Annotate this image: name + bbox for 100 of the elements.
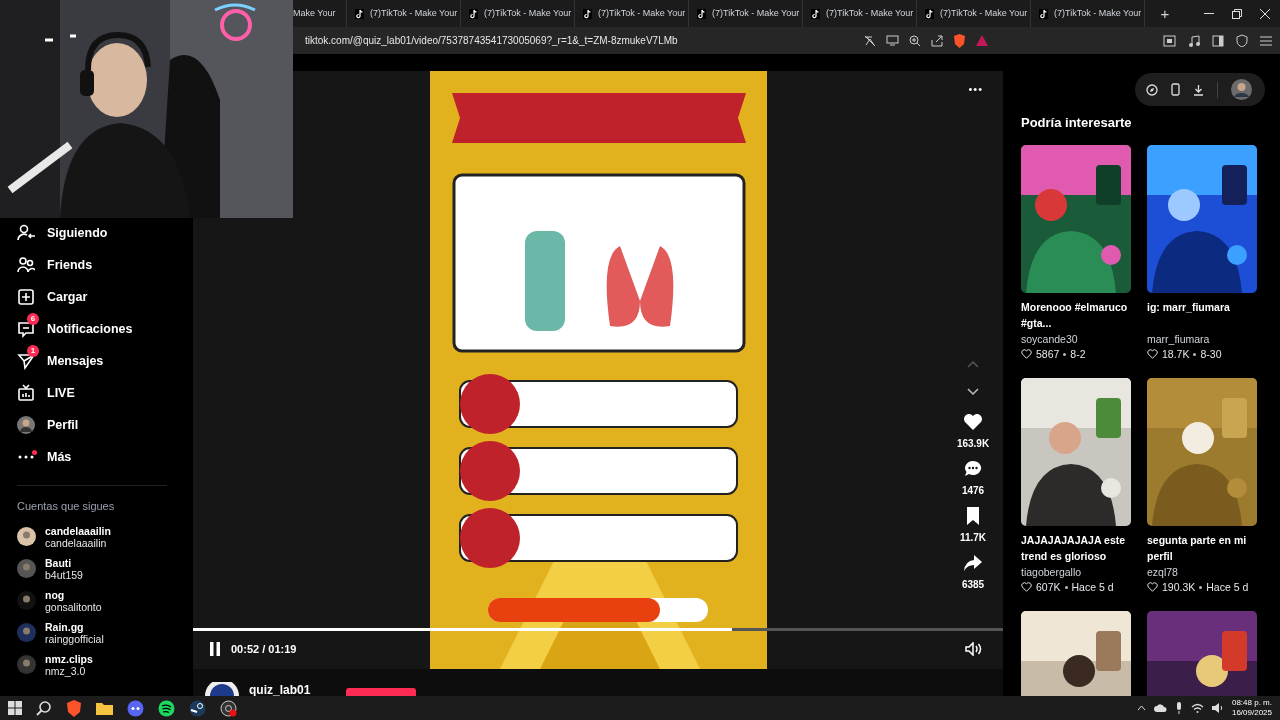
minimize-icon[interactable] [1204, 12, 1214, 15]
account-item[interactable]: Bauti b4ut159 [17, 556, 193, 581]
avatar-icon[interactable] [205, 682, 239, 696]
video-card[interactable]: segunta parte en mi perfil ezql78 190.3K Hace 5 d [1147, 377, 1257, 595]
windows-start-icon[interactable] [8, 701, 22, 715]
menu-icon[interactable] [1260, 35, 1272, 46]
share-arrow-icon[interactable] [963, 553, 983, 573]
pause-icon[interactable] [209, 641, 221, 656]
avatar-icon [17, 416, 35, 434]
video-card[interactable]: ig: marr_fiumara marr_fiumara 18.7K 8-30 [1147, 144, 1257, 362]
music-app-icon[interactable] [158, 699, 175, 717]
post-date: 8-2 [1070, 346, 1086, 362]
clock-date: 16/09/2025 [1231, 708, 1272, 718]
avatar-icon [17, 591, 36, 610]
count-label: 163.9K [956, 437, 990, 451]
phone-icon[interactable] [1171, 83, 1180, 96]
nav-item[interactable]: Más [17, 441, 193, 473]
author-name: marr_fiumara [1147, 331, 1211, 347]
clock-time: 08:48 p. m. [1231, 698, 1272, 708]
search-icon[interactable] [36, 700, 52, 716]
author-name: soycande30 [1021, 331, 1079, 347]
music-note-icon [925, 8, 934, 19]
comment-icon[interactable] [963, 459, 983, 479]
heart-icon [1147, 349, 1158, 359]
avatar-icon [17, 655, 36, 674]
chevron-down-icon[interactable] [967, 388, 979, 395]
count-label: 11.7K [959, 531, 987, 545]
zoom-icon[interactable] [909, 34, 921, 47]
author-name: ezql78 [1147, 564, 1179, 580]
recorder-icon[interactable] [220, 699, 237, 717]
microphone-icon[interactable] [1174, 702, 1183, 714]
more-icon [17, 455, 35, 459]
video-card[interactable]: Morenooo #elmaruco #gta... soycande30 5867 8-2 [1021, 144, 1131, 362]
music-note-icon [697, 8, 706, 19]
account-item[interactable]: nog gonsalitonto [17, 588, 193, 613]
account-item[interactable]: Rain.gg rainggofficial [17, 620, 193, 645]
nav-item[interactable]: 1 Mensajes [17, 345, 193, 377]
wifi-icon[interactable] [1190, 703, 1204, 713]
music-note-icon [1039, 8, 1048, 19]
nav-item[interactable]: Cargar [17, 281, 193, 313]
more-button[interactable]: ••• [968, 81, 983, 98]
shield-icon[interactable] [1236, 34, 1248, 47]
panel-icon[interactable] [1212, 34, 1224, 47]
heart-icon[interactable] [963, 412, 983, 432]
nav-item[interactable]: Siguiendo [17, 217, 193, 249]
video-title: JAJAJAJAJAJA este trend es glorioso [1021, 532, 1127, 564]
heart-icon [1147, 582, 1158, 592]
progress-track[interactable] [193, 628, 1003, 631]
author-name: tiagobergallo [1021, 564, 1083, 580]
speaker-icon[interactable] [1211, 703, 1224, 713]
separator-dot-icon [1063, 352, 1067, 356]
restore-icon[interactable] [1232, 8, 1242, 19]
translate-off-icon[interactable] [864, 34, 876, 47]
section-heading: Cuentas que sigues [17, 499, 116, 514]
cloud-icon[interactable] [1153, 703, 1167, 713]
triangle-icon[interactable] [976, 35, 988, 46]
nav-item[interactable]: Friends [17, 249, 193, 281]
avatar-icon [17, 559, 36, 578]
count-label: 6385 [961, 578, 985, 592]
music-note-icon [811, 8, 820, 19]
like-count: 5867 [1036, 346, 1060, 362]
paper-plane-icon [17, 352, 35, 370]
account-item[interactable]: nmz.clips nmz_3.0 [17, 652, 193, 677]
avatar-icon[interactable] [1231, 79, 1252, 100]
tv-icon [17, 384, 35, 402]
nav-item[interactable]: Perfil [17, 409, 193, 441]
volume-icon[interactable] [965, 642, 982, 656]
video-card[interactable]: JAJAJAJAJAJA este trend es glorioso tiagobergallo 607K Hace 5 d [1021, 377, 1131, 595]
video-title: ig: marr_fiumara [1147, 299, 1231, 315]
sidebar-toggle-icon[interactable] [1163, 34, 1176, 47]
post-date: 8-30 [1200, 346, 1222, 362]
music-note-icon [583, 8, 592, 19]
separator-dot-icon [1199, 585, 1203, 589]
like-count: 607K [1036, 579, 1061, 595]
folder-icon[interactable] [96, 701, 113, 715]
separator-dot-icon [1193, 352, 1197, 356]
account-item[interactable]: candelaaailin candelaaailin [17, 524, 193, 549]
separator-dot-icon [1064, 585, 1068, 589]
avatar-icon [17, 527, 36, 546]
share-icon[interactable] [931, 34, 943, 47]
chat-app-icon[interactable] [127, 699, 144, 717]
message-icon [17, 320, 35, 338]
close-icon[interactable] [1260, 8, 1270, 19]
post-date: Hace 5 d [1206, 579, 1249, 595]
time-display: 00:52 / 01:19 [231, 641, 297, 657]
plus-square-icon [17, 288, 35, 306]
heart-icon [1021, 349, 1032, 359]
music-note-icon[interactable] [1188, 34, 1200, 47]
like-count: 18.7K [1162, 346, 1190, 362]
nav-item[interactable]: 6 Notificaciones [17, 313, 193, 345]
new-tab-button[interactable]: + [1153, 2, 1177, 25]
download-icon[interactable] [1193, 83, 1204, 96]
compass-icon[interactable] [1146, 83, 1158, 96]
address-field[interactable]: tiktok.com/@quiz_lab01/video/7537874354173005069?_r=1&_t=ZM-8zmukeV7LMb [305, 33, 678, 48]
author-name[interactable]: quiz_lab01 [249, 684, 311, 696]
nav-item[interactable]: LIVE [17, 377, 193, 409]
screen-icon[interactable] [886, 35, 899, 46]
count-label: 1476 [961, 484, 985, 498]
music-note-icon [355, 8, 364, 19]
like-count: 190.3K [1162, 579, 1196, 595]
